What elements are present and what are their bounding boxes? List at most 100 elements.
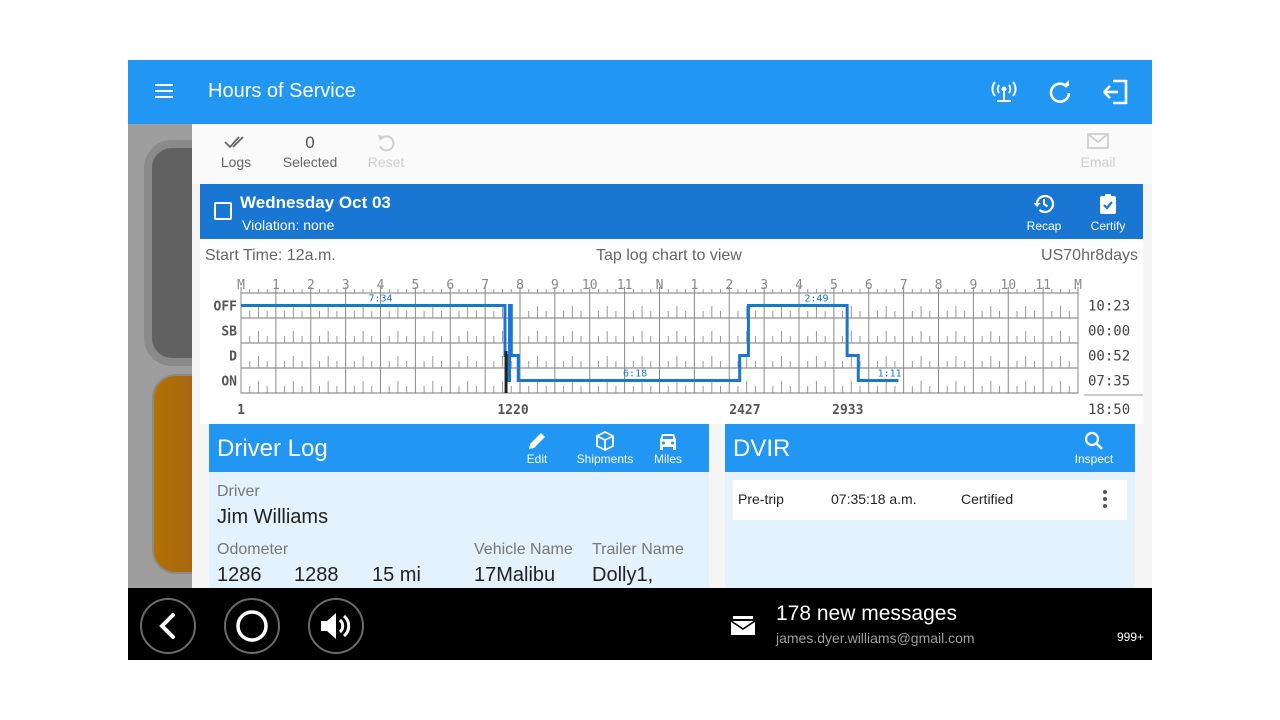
double-check-icon bbox=[220, 132, 252, 154]
chart-hour-label: M bbox=[237, 278, 245, 293]
chart-location-label: 2427 bbox=[729, 403, 760, 418]
dvir-card: DVIR Inspect Pre-trip 07:35:18 a.m. Cert… bbox=[725, 424, 1135, 588]
day-checkbox[interactable] bbox=[214, 202, 232, 220]
app-screen: Hours of Service Logs 0 Selected Reset E… bbox=[128, 60, 1152, 660]
trailer-value: Dolly1, bbox=[592, 564, 654, 586]
selected-counter: 0 Selected bbox=[282, 132, 338, 170]
chart-status-total: 07:35 bbox=[1088, 374, 1130, 390]
driver-log-card: Driver Log Edit Shipments Miles Driver J… bbox=[209, 424, 709, 588]
logs-toolbar: Logs 0 Selected Reset Email bbox=[192, 124, 1152, 184]
shipments-button[interactable]: Shipments bbox=[569, 430, 641, 466]
notification-title[interactable]: 178 new messages bbox=[776, 602, 957, 626]
box-icon bbox=[569, 430, 641, 452]
chart-hour-label: 5 bbox=[830, 278, 838, 293]
chart-hour-label: 3 bbox=[342, 278, 350, 293]
chart-duration-label: 1:11 bbox=[878, 369, 902, 380]
logout-icon[interactable] bbox=[1100, 76, 1132, 108]
mail-stack-icon bbox=[730, 614, 756, 641]
chart-status-total: 00:00 bbox=[1088, 324, 1130, 340]
odometer-label: Odometer bbox=[217, 541, 289, 558]
dvir-title: DVIR bbox=[733, 435, 791, 462]
log-date: Wednesday Oct 03 bbox=[240, 193, 391, 212]
violation-status: Violation: none bbox=[242, 217, 335, 233]
log-chart-area[interactable]: Start Time: 12a.m. Tap log chart to view… bbox=[200, 239, 1143, 424]
chart-hour-label: M bbox=[1074, 278, 1082, 293]
chart-location-label: 2933 bbox=[832, 403, 863, 418]
pencil-icon bbox=[521, 430, 553, 452]
chart-duration-label: 7:34 bbox=[368, 294, 392, 305]
shipments-label: Shipments bbox=[576, 452, 634, 466]
chart-hour-label: 6 bbox=[446, 278, 454, 293]
wifi-tower-icon[interactable] bbox=[988, 76, 1020, 108]
email-label: Email bbox=[1080, 154, 1116, 170]
logs-panel: Logs 0 Selected Reset Email Wednesday Oc… bbox=[192, 124, 1152, 588]
logs-label: Logs bbox=[220, 154, 252, 170]
page-title: Hours of Service bbox=[208, 80, 356, 102]
notification-count: 999+ bbox=[1116, 630, 1144, 644]
email-button[interactable]: Email bbox=[1078, 132, 1118, 170]
clipboard-check-icon bbox=[1100, 194, 1116, 214]
chart-hour-label: 4 bbox=[377, 278, 385, 293]
chart-hour-label: 7 bbox=[481, 278, 489, 293]
chart-hour-label: 1 bbox=[690, 278, 698, 293]
log-day-header[interactable]: Wednesday Oct 03 Violation: none Recap C… bbox=[200, 184, 1143, 239]
chart-hour-label: 7 bbox=[900, 278, 908, 293]
log-chart[interactable]: M 1 2 3 4 5 6 7 8 9 10 11 N 1 2 3 4 5 6 7 8 9 10 11 M OFF SB D ON 10:… bbox=[200, 239, 1143, 424]
chart-status-total: 10:23 bbox=[1088, 299, 1130, 315]
app-bar: Hours of Service bbox=[128, 60, 1152, 124]
email-icon bbox=[1078, 132, 1118, 154]
certify-button[interactable]: Certify bbox=[1086, 192, 1130, 233]
dvir-time: 07:35:18 a.m. bbox=[831, 491, 917, 507]
volume-button[interactable] bbox=[308, 598, 364, 654]
chart-status-label: ON bbox=[221, 375, 237, 390]
chart-status-total: 00:52 bbox=[1088, 349, 1130, 365]
dvir-status: Certified bbox=[961, 491, 1014, 507]
chart-event-marker bbox=[504, 351, 508, 393]
back-icon bbox=[159, 613, 175, 639]
chart-hour-label: 5 bbox=[411, 278, 419, 293]
chart-hour-label: 11 bbox=[1035, 278, 1051, 293]
chart-status-label: D bbox=[229, 350, 237, 365]
more-vert-icon[interactable] bbox=[1101, 489, 1109, 512]
notification-subtitle: james.dyer.williams@gmail.com bbox=[776, 630, 975, 646]
chart-hour-label: 1 bbox=[272, 278, 280, 293]
chart-hour-label: N bbox=[656, 278, 664, 293]
driver-name: Jim Williams bbox=[217, 506, 329, 528]
dvir-header: DVIR Inspect bbox=[725, 424, 1135, 472]
dvir-type: Pre-trip bbox=[738, 491, 784, 507]
recap-button[interactable]: Recap bbox=[1022, 192, 1066, 233]
selected-label: Selected bbox=[282, 154, 338, 170]
distance: 15 mi bbox=[372, 564, 421, 586]
back-button[interactable] bbox=[140, 598, 196, 654]
reset-label: Reset bbox=[367, 154, 405, 170]
selected-count: 0 bbox=[305, 133, 315, 152]
chart-status-label: SB bbox=[221, 325, 237, 340]
undo-icon bbox=[366, 132, 406, 154]
odometer-end: 1288 bbox=[294, 564, 339, 586]
chart-hour-label: 8 bbox=[516, 278, 524, 293]
volume-icon bbox=[321, 613, 351, 639]
chart-status-label: OFF bbox=[214, 300, 238, 315]
driver-log-header: Driver Log Edit Shipments Miles bbox=[209, 424, 709, 472]
chart-hour-label: 2 bbox=[725, 278, 733, 293]
dvir-row[interactable]: Pre-trip 07:35:18 a.m. Certified bbox=[733, 480, 1127, 520]
menu-icon[interactable] bbox=[152, 80, 176, 104]
system-nav-bar: 178 new messages james.dyer.williams@gma… bbox=[128, 588, 1152, 660]
trailer-label: Trailer Name bbox=[592, 541, 684, 558]
history-icon bbox=[1033, 194, 1055, 214]
edit-button[interactable]: Edit bbox=[521, 430, 553, 466]
home-button[interactable] bbox=[224, 598, 280, 654]
vehicle-label: Vehicle Name bbox=[474, 541, 573, 558]
driver-log-title: Driver Log bbox=[217, 435, 328, 462]
miles-label: Miles bbox=[653, 452, 682, 466]
reset-button[interactable]: Reset bbox=[366, 132, 406, 170]
inspect-button[interactable]: Inspect bbox=[1073, 430, 1115, 466]
chart-hour-label: 8 bbox=[935, 278, 943, 293]
logs-button[interactable]: Logs bbox=[220, 132, 252, 170]
chart-hour-label: 2 bbox=[307, 278, 315, 293]
miles-button[interactable]: Miles bbox=[649, 430, 687, 466]
refresh-icon[interactable] bbox=[1044, 76, 1076, 108]
chart-grand-total: 18:50 bbox=[1088, 402, 1130, 418]
chart-duration-label: 2:49 bbox=[804, 294, 828, 305]
chart-hour-label: 9 bbox=[551, 278, 559, 293]
